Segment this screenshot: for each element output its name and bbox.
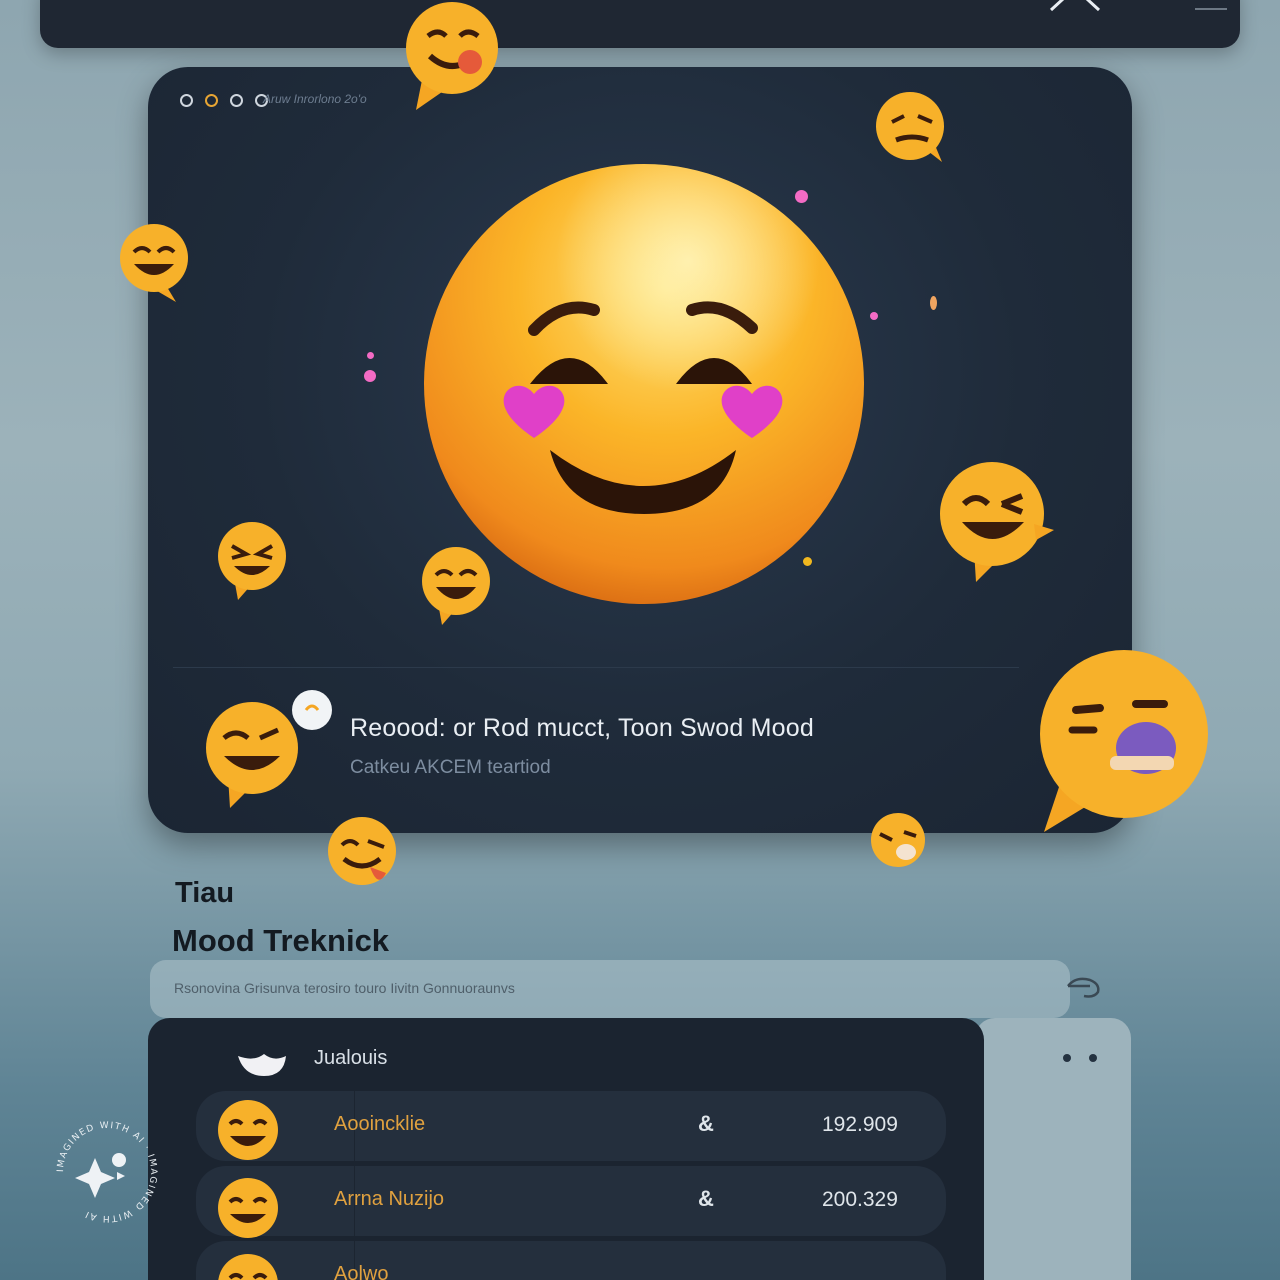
- row-value: 192.909: [822, 1113, 898, 1136]
- sparkle-dot: [803, 557, 812, 566]
- list-header: Jualouis: [314, 1047, 388, 1069]
- smirk-face-bubble-icon[interactable]: [874, 90, 948, 166]
- ai-watermark-badge: IMAGINED WITH AI · IMAGINED WITH AI: [56, 1121, 158, 1223]
- row-label: Arrna Nuzijo: [334, 1188, 445, 1210]
- window-controls: [180, 94, 268, 107]
- mood-list-card: Jualouis Aooincklie & 192.909 Arrna Nuzi…: [148, 1018, 984, 1280]
- section-label: Tiau: [175, 877, 235, 909]
- window-dot-3[interactable]: [230, 94, 243, 107]
- laugh-face-bubble-icon[interactable]: [216, 520, 290, 600]
- window-close-dot[interactable]: [180, 94, 193, 107]
- grin-face-bubble-icon[interactable]: [118, 222, 192, 304]
- section-title: Mood Treknick: [172, 923, 390, 958]
- mood-title: Reoood: or Rod mucct, Toon Swod Mood: [350, 714, 814, 742]
- secondary-panel: [975, 1018, 1131, 1280]
- menu-icon[interactable]: [1195, 8, 1227, 10]
- cloud-icon: [238, 1054, 286, 1076]
- whistle-face-icon[interactable]: [868, 812, 932, 870]
- svg-text:IMAGINED WITH AI · IMAGINED WI: IMAGINED WITH AI · IMAGINED WITH AI: [56, 1121, 158, 1223]
- window-minimize-dot[interactable]: [205, 94, 218, 107]
- sparkle-dot: [367, 352, 374, 359]
- refresh-icon[interactable]: [1064, 972, 1104, 1000]
- row-value: 200.329: [822, 1188, 898, 1211]
- pane-divider: [173, 667, 1019, 668]
- window-title: Aruw Inrorlono 2o'o: [263, 92, 367, 106]
- watermark-text: IMAGINED WITH AI · IMAGINED WITH AI: [56, 1121, 157, 1223]
- row-label: Aooincklie: [334, 1113, 426, 1135]
- tongue-face-bubble-icon[interactable]: [402, 0, 502, 112]
- happy-face-hearts-icon[interactable]: [422, 162, 866, 606]
- search-text: Rsonovina Grisunva terosiro touro Iivitn…: [174, 980, 515, 996]
- row-symbol: &: [698, 1186, 714, 1211]
- grin-face-icon: [218, 1100, 278, 1160]
- sparkle-dot: [364, 370, 376, 382]
- chat-face-bubble-icon[interactable]: [204, 690, 334, 808]
- joy-face-bubble-icon[interactable]: [420, 545, 494, 625]
- list-row[interactable]: Aolwo: [196, 1241, 946, 1280]
- top-app-bar: [40, 0, 1240, 48]
- sparkle-dot: [870, 312, 878, 320]
- sparkle-dot: [795, 190, 808, 203]
- wink-laugh-face-bubble-icon[interactable]: [938, 460, 1056, 582]
- chevron-up-icon[interactable]: [1045, 0, 1105, 12]
- sparkle-dot: [930, 296, 937, 310]
- tongue-wink-face-icon[interactable]: [326, 815, 400, 897]
- list-row[interactable]: Aooincklie & 192.909: [196, 1091, 946, 1161]
- smile-face-icon: [218, 1178, 278, 1238]
- list-row[interactable]: Arrna Nuzijo & 200.329: [196, 1166, 946, 1236]
- row-label: Aolwo: [334, 1263, 389, 1280]
- more-dot-icon[interactable]: [1063, 1054, 1071, 1062]
- search-bar[interactable]: Rsonovina Grisunva terosiro touro Iivitn…: [150, 960, 1070, 1018]
- mood-subtitle: Catkeu AKCEM teartiod: [350, 757, 551, 778]
- happy-face-icon: [218, 1254, 278, 1280]
- more-dot-icon[interactable]: [1089, 1054, 1097, 1062]
- eating-face-bubble-icon[interactable]: [1036, 648, 1212, 834]
- row-symbol: &: [698, 1111, 714, 1136]
